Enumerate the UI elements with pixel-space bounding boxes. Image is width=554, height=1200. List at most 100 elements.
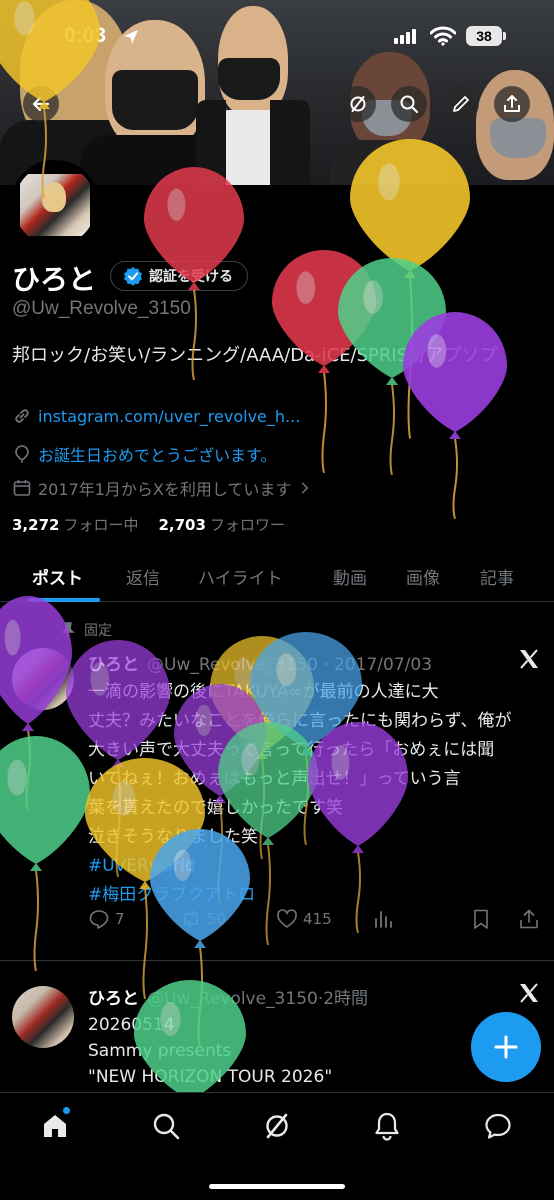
tab-articles[interactable]: 記事 [480, 564, 514, 589]
nav-messages[interactable] [483, 1111, 513, 1141]
search-icon [400, 95, 419, 114]
tab-replies[interactable]: 返信 [126, 564, 160, 589]
location-arrow-icon [124, 30, 138, 44]
profile-bio: 邦ロック/お笑い/ランニング/AAA/Da-iCE/SPRISE/アプソプ [12, 345, 498, 366]
post-text-line: 20260514 [88, 1015, 175, 1035]
repost-icon [184, 910, 198, 928]
post-body[interactable]: 一滴の影響の後にTAKUYA∞が最前の人達に大 丈夫？みたいなことを俺らに言った… [88, 678, 538, 910]
profile-name: ひろと [12, 263, 97, 296]
post-header: ひろと @Uw_Revolve_3150·2時間 [88, 989, 369, 1009]
grok-icon [350, 96, 366, 112]
edit-button[interactable] [443, 86, 479, 122]
back-arrow-icon [32, 96, 50, 112]
post-text-line: 一滴の影響の後にTAKUYA∞が最前の人達に大 [88, 682, 439, 702]
banner-mask [490, 118, 546, 158]
x-logo-icon[interactable] [518, 982, 540, 1004]
banner-jacket [196, 100, 226, 185]
follow-stats: 3,272 フォロー中 2,703 フォロワー [12, 514, 285, 535]
pinned-label: 固定 [60, 620, 112, 640]
tab-images[interactable]: 画像 [406, 564, 440, 589]
calendar-icon [13, 480, 31, 496]
share-button[interactable] [494, 86, 530, 122]
battery-indicator: 38 [466, 26, 502, 46]
hashtag-link[interactable]: #UVERworld [88, 852, 538, 881]
status-bar: 0:03 38 [0, 22, 554, 52]
nav-search[interactable] [151, 1111, 181, 1141]
hashtag-link[interactable]: #梅田クラブクアトロ [88, 881, 538, 910]
post-text-line: "NEW HORIZON TOUR 2026" [88, 1067, 333, 1087]
back-button[interactable] [23, 86, 59, 122]
get-verified-button[interactable]: 認証を受ける [110, 261, 248, 291]
followers-link[interactable]: 2,703 フォロワー [158, 514, 284, 535]
bookmark-button[interactable] [470, 908, 492, 930]
banner-shirt [330, 140, 450, 185]
compose-button[interactable] [471, 1012, 541, 1082]
joined-row[interactable]: 2017年1月からXを利用しています [12, 476, 313, 500]
post-handle: @Uw_Revolve_3150 [147, 655, 318, 675]
edit-icon [453, 96, 469, 112]
balloon [0, 736, 90, 972]
post-time: 2時間 [323, 989, 369, 1009]
get-verified-label: 認証を受ける [149, 269, 233, 285]
tab-highlights[interactable]: ハイライト [198, 564, 283, 589]
banner-mask [218, 58, 280, 100]
verified-check-icon [124, 267, 142, 286]
repost-button[interactable]: 50 [180, 908, 226, 930]
post-text-line: 丈夫？みたいなことを俺らに言ったにも関わらず、俺が [88, 711, 512, 731]
post-text-line: 大きい声で大丈夫って言って行ったら「おめぇには聞 [88, 740, 495, 760]
post-avatar[interactable] [12, 648, 74, 710]
post-body[interactable]: 20260514 Sammy presents "NEW HORIZON TOU… [88, 1012, 332, 1090]
like-icon [277, 909, 297, 928]
post-author[interactable]: ひろと [88, 655, 139, 675]
notifications-icon [375, 1112, 399, 1141]
like-button[interactable]: 415 [276, 908, 332, 930]
views-button[interactable] [372, 908, 394, 930]
home-icon [44, 1115, 66, 1137]
post-divider [0, 960, 554, 961]
grok-button[interactable] [340, 86, 376, 122]
tab-videos[interactable]: 動画 [333, 564, 367, 589]
joined-text: 2017年1月からXを利用しています [38, 480, 292, 499]
chevron-right-icon [302, 482, 309, 494]
battery-tip [503, 32, 506, 40]
views-icon [375, 911, 392, 928]
share-post-button[interactable] [518, 908, 540, 930]
messages-icon [485, 1113, 511, 1139]
link-icon [15, 409, 29, 423]
reply-count: 7 [115, 910, 125, 928]
post-author[interactable]: ひろと [88, 989, 139, 1009]
nav-home[interactable] [40, 1111, 70, 1141]
birthday-text: お誕生日おめでとうございます。 [38, 446, 277, 465]
home-notification-dot [63, 1107, 70, 1114]
post-text-line: 泣きそうなりました笑 [88, 827, 258, 847]
followers-count: 2,703 [158, 516, 206, 534]
birthday-row: お誕生日おめでとうございます。 [12, 442, 276, 466]
balloon-location-icon [15, 445, 29, 463]
profile-avatar[interactable] [10, 160, 100, 250]
post-text-line: いてねぇ！おめぇはもっと声出せ！」っていう言 [88, 769, 461, 789]
tab-posts[interactable]: ポスト [32, 564, 83, 589]
profile-tabs: ポスト 返信 ハイライト 動画 画像 記事 [0, 556, 554, 602]
like-count: 415 [303, 910, 332, 928]
grok-icon [266, 1113, 288, 1139]
search-icon [153, 1113, 180, 1140]
banner-mask [112, 70, 198, 130]
following-link[interactable]: 3,272 フォロー中 [12, 514, 138, 535]
compose-plus-icon [494, 1035, 518, 1059]
x-logo-icon[interactable] [518, 648, 540, 670]
nav-notifications[interactable] [372, 1111, 402, 1141]
post-handle: @Uw_Revolve_3150 [147, 989, 318, 1009]
reply-button[interactable]: 7 [88, 908, 125, 930]
share-icon [520, 909, 538, 929]
post-text-line: Sammy presents [88, 1041, 232, 1061]
post-avatar[interactable] [12, 986, 74, 1048]
search-button[interactable] [391, 86, 427, 122]
following-label: フォロー中 [63, 516, 139, 534]
signal-icon [394, 28, 416, 44]
profile-link[interactable]: instagram.com/uver_revolve_h... [38, 407, 300, 426]
post-actions: 7 50 415 [88, 908, 543, 936]
active-tab-indicator [28, 598, 100, 602]
nav-grok[interactable] [262, 1111, 292, 1141]
profile-link-row[interactable]: instagram.com/uver_revolve_h... [12, 406, 300, 426]
bookmark-icon [474, 909, 488, 929]
